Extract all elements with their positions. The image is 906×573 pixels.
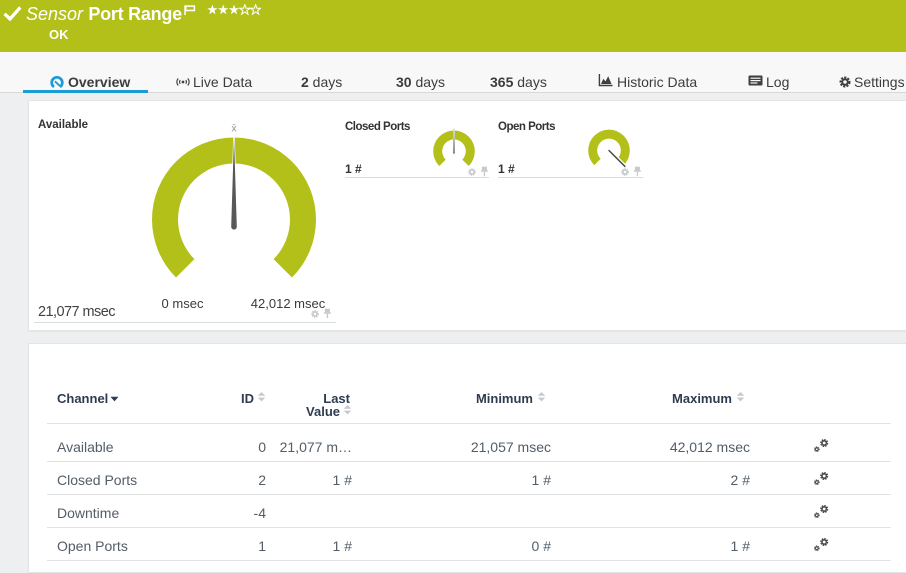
- svg-text:x̄: x̄: [231, 123, 237, 135]
